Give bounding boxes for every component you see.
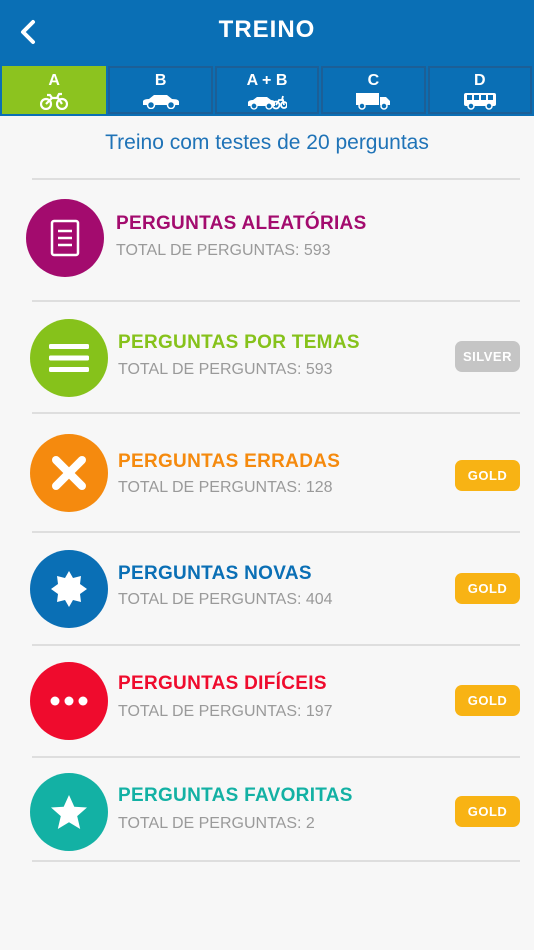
tab-a-b-label: A + B xyxy=(246,72,288,89)
item-total: TOTAL DE PERGUNTAS: 593 xyxy=(118,361,333,378)
list-item-random-questions[interactable]: PERGUNTAS ALEATÓRIAS TOTAL DE PERGUNTAS:… xyxy=(0,180,534,292)
item-total: TOTAL DE PERGUNTAS: 404 xyxy=(118,591,333,608)
item-title: PERGUNTAS DIFÍCEIS xyxy=(118,673,327,694)
gold-badge: GOLD xyxy=(455,796,520,827)
tab-d[interactable]: D xyxy=(427,66,533,114)
item-title: PERGUNTAS ALEATÓRIAS xyxy=(116,213,367,234)
list-item-questions-by-topic[interactable]: PERGUNTAS POR TEMAS TOTAL DE PERGUNTAS: … xyxy=(0,302,534,414)
item-title: PERGUNTAS FAVORITAS xyxy=(118,785,353,806)
tab-b[interactable]: B xyxy=(108,66,213,114)
top-bar: TREINO A B A + B C D xyxy=(0,0,534,116)
license-category-tabs: A B A + B C D xyxy=(2,66,533,114)
item-title: PERGUNTAS POR TEMAS xyxy=(118,332,360,353)
page-title: TREINO xyxy=(218,16,316,43)
gold-badge: GOLD xyxy=(455,460,520,491)
truck-icon xyxy=(355,92,391,110)
divider xyxy=(32,860,520,862)
tab-b-label: B xyxy=(154,72,167,89)
tab-a-b[interactable]: A + B xyxy=(214,66,320,114)
list-item-favorite-questions[interactable]: PERGUNTAS FAVORITAS TOTAL DE PERGUNTAS: … xyxy=(0,758,534,870)
cross-icon xyxy=(30,434,108,512)
car-motorcycle-icon xyxy=(247,92,288,110)
silver-badge: SILVER xyxy=(455,341,520,372)
item-total: TOTAL DE PERGUNTAS: 2 xyxy=(118,815,315,832)
list-item-difficult-questions[interactable]: PERGUNTAS DIFÍCEIS TOTAL DE PERGUNTAS: 1… xyxy=(0,646,534,758)
tab-a-label: A xyxy=(48,72,60,89)
list-icon xyxy=(30,319,108,397)
tab-d-label: D xyxy=(474,72,486,89)
list-item-wrong-questions[interactable]: PERGUNTAS ERRADAS TOTAL DE PERGUNTAS: 12… xyxy=(0,414,534,526)
starburst-icon xyxy=(30,550,108,628)
document-icon xyxy=(26,199,104,277)
tab-a[interactable]: A xyxy=(2,66,107,114)
item-total: TOTAL DE PERGUNTAS: 128 xyxy=(118,479,333,496)
tab-c-label: C xyxy=(367,72,380,89)
bus-icon xyxy=(463,92,497,110)
gold-badge: GOLD xyxy=(455,685,520,716)
car-icon xyxy=(141,92,181,110)
item-title: PERGUNTAS NOVAS xyxy=(118,563,312,584)
item-total: TOTAL DE PERGUNTAS: 197 xyxy=(118,703,333,720)
star-icon xyxy=(30,773,108,851)
dots-icon xyxy=(30,662,108,740)
motorcycle-icon xyxy=(40,92,69,110)
tab-c[interactable]: C xyxy=(321,66,426,114)
list-item-new-questions[interactable]: PERGUNTAS NOVAS TOTAL DE PERGUNTAS: 404 … xyxy=(0,533,534,645)
item-total: TOTAL DE PERGUNTAS: 593 xyxy=(116,242,331,259)
gold-badge: GOLD xyxy=(455,573,520,604)
training-subtitle: Treino com testes de 20 perguntas xyxy=(105,131,429,154)
item-title: PERGUNTAS ERRADAS xyxy=(118,451,341,472)
